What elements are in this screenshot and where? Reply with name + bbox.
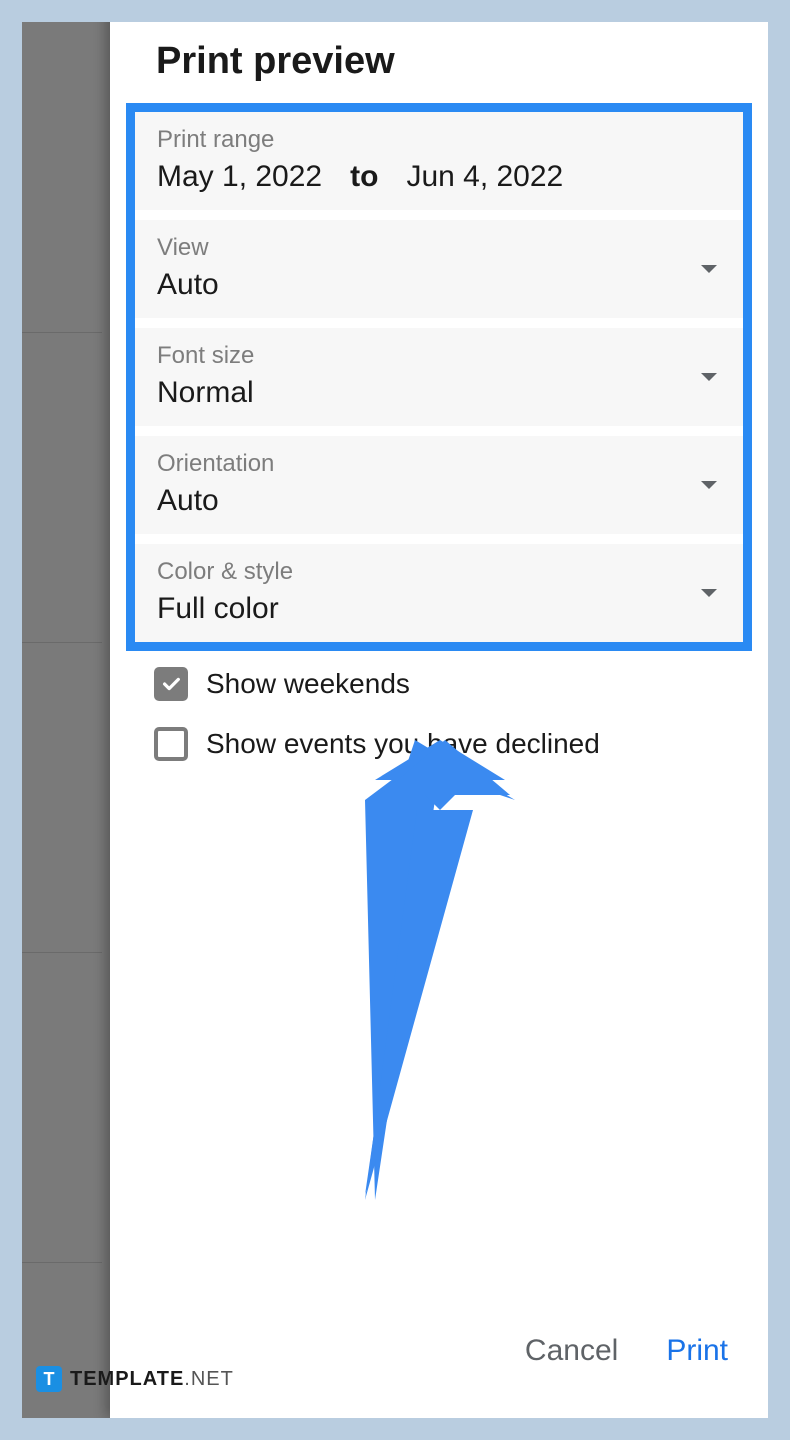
watermark-text: TEMPLATE.NET bbox=[70, 1368, 234, 1391]
font-size-label: Font size bbox=[157, 342, 721, 370]
color-style-value: Full color bbox=[157, 592, 721, 626]
show-weekends-label: Show weekends bbox=[206, 668, 410, 700]
color-style-label: Color & style bbox=[157, 558, 721, 586]
show-weekends-checkbox[interactable] bbox=[154, 667, 188, 701]
font-size-dropdown[interactable]: Font size Normal bbox=[135, 328, 743, 426]
view-value: Auto bbox=[157, 268, 721, 302]
show-weekends-row[interactable]: Show weekends bbox=[110, 651, 768, 709]
print-range-to: to bbox=[350, 160, 378, 194]
print-range-section[interactable]: Print range May 1, 2022 to Jun 4, 2022 bbox=[135, 112, 743, 210]
show-declined-checkbox[interactable] bbox=[154, 727, 188, 761]
view-label: View bbox=[157, 234, 721, 262]
background-area: Print preview Print range May 1, 2022 to… bbox=[22, 22, 768, 1418]
chevron-down-icon bbox=[701, 265, 717, 273]
show-declined-label: Show events you have declined bbox=[206, 728, 600, 760]
dialog-footer: Cancel Print bbox=[525, 1334, 728, 1368]
chevron-down-icon bbox=[701, 589, 717, 597]
chevron-down-icon bbox=[701, 481, 717, 489]
print-range-start[interactable]: May 1, 2022 bbox=[157, 160, 322, 194]
calendar-gridline bbox=[22, 332, 102, 333]
font-size-value: Normal bbox=[157, 376, 721, 410]
calendar-gridline bbox=[22, 952, 102, 953]
color-style-dropdown[interactable]: Color & style Full color bbox=[135, 544, 743, 642]
orientation-value: Auto bbox=[157, 484, 721, 518]
chevron-down-icon bbox=[701, 373, 717, 381]
orientation-label: Orientation bbox=[157, 450, 721, 478]
panel-title: Print preview bbox=[110, 40, 768, 103]
orientation-dropdown[interactable]: Orientation Auto bbox=[135, 436, 743, 534]
print-button[interactable]: Print bbox=[666, 1334, 728, 1368]
cancel-button[interactable]: Cancel bbox=[525, 1334, 618, 1368]
print-range-label: Print range bbox=[157, 126, 721, 154]
show-declined-row[interactable]: Show events you have declined bbox=[110, 709, 768, 769]
highlighted-options: Print range May 1, 2022 to Jun 4, 2022 V… bbox=[126, 103, 752, 651]
watermark: T TEMPLATE.NET bbox=[36, 1366, 234, 1392]
calendar-gridline bbox=[22, 642, 102, 643]
check-icon bbox=[160, 673, 182, 695]
print-range-row: May 1, 2022 to Jun 4, 2022 bbox=[157, 160, 721, 194]
view-dropdown[interactable]: View Auto bbox=[135, 220, 743, 318]
calendar-gridline bbox=[22, 1262, 102, 1263]
print-preview-panel: Print preview Print range May 1, 2022 to… bbox=[110, 22, 768, 1418]
watermark-badge: T bbox=[36, 1366, 62, 1392]
print-range-end[interactable]: Jun 4, 2022 bbox=[406, 160, 563, 194]
